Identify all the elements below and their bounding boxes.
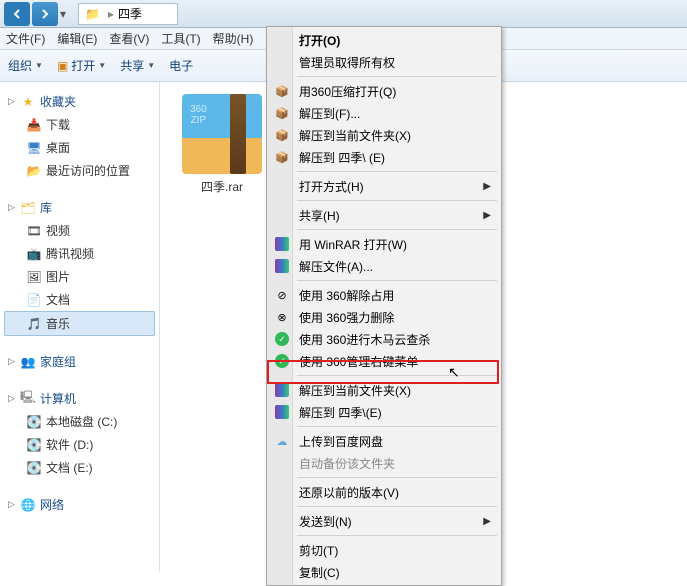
computer-icon: 🖳: [20, 391, 36, 407]
folder-icon: 📁: [85, 7, 100, 21]
menu-360-force[interactable]: ⊗使用 360强力删除: [269, 306, 499, 328]
sidebar-music[interactable]: 🎵音乐: [4, 311, 155, 336]
sidebar-favorites[interactable]: ▷★收藏夹: [4, 90, 155, 113]
menu-copy[interactable]: 复制(C): [269, 561, 499, 583]
archive-icon: [182, 94, 262, 174]
winrar-icon: [273, 235, 291, 253]
menu-extract-folder-2[interactable]: 解压到 四季\(E): [269, 401, 499, 423]
zip-icon: 📦: [273, 126, 291, 144]
sidebar-videos[interactable]: 🎞视频: [4, 219, 155, 242]
menu-open[interactable]: 打开(O): [269, 29, 499, 51]
menu-help[interactable]: 帮助(H): [213, 30, 254, 47]
library-icon: 🗂: [20, 200, 36, 216]
desktop-icon: 🖥: [26, 140, 42, 156]
submenu-arrow-icon: ▶: [483, 181, 491, 192]
winrar-icon: [273, 381, 291, 399]
nav-forward-button[interactable]: [32, 2, 58, 26]
arrow-left-icon: [11, 8, 23, 20]
file-item[interactable]: 四季.rar: [172, 94, 272, 195]
menu-edit[interactable]: 编辑(E): [57, 30, 97, 47]
menu-360-menu[interactable]: ✓使用 360管理右键菜单: [269, 350, 499, 372]
sidebar-libraries[interactable]: ▷🗂库: [4, 196, 155, 219]
disk-icon: 💽: [26, 437, 42, 453]
download-icon: 📥: [26, 117, 42, 133]
sidebar-desktop[interactable]: 🖥桌面: [4, 136, 155, 159]
sidebar-pictures[interactable]: 🖼图片: [4, 265, 155, 288]
video-icon: 🎞: [26, 223, 42, 239]
nav-back-button[interactable]: [4, 2, 30, 26]
disk-icon: 💽: [26, 460, 42, 476]
recent-icon: 📂: [26, 163, 42, 179]
sidebar-documents[interactable]: 📄文档: [4, 288, 155, 311]
menu-open-winrar[interactable]: 用 WinRAR 打开(W): [269, 233, 499, 255]
zip-icon: 📦: [273, 148, 291, 166]
menu-tools[interactable]: 工具(T): [161, 30, 200, 47]
toolbar-email[interactable]: 电子: [169, 57, 193, 74]
menu-360-unlock[interactable]: ⊘使用 360解除占用: [269, 284, 499, 306]
toolbar-share[interactable]: 共享▼: [120, 57, 155, 74]
sidebar-tencent[interactable]: 📺腾讯视频: [4, 242, 155, 265]
arrow-right-icon: [39, 8, 51, 20]
menu-open-with[interactable]: 打开方式(H)▶: [269, 175, 499, 197]
sidebar-computer[interactable]: ▷🖳计算机: [4, 387, 155, 410]
360-icon: ⊘: [273, 286, 291, 304]
context-menu: 打开(O) 管理员取得所有权 📦用360压缩打开(Q) 📦解压到(F)... 📦…: [266, 26, 502, 586]
sidebar: ▷★收藏夹 📥下载 🖥桌面 📂最近访问的位置 ▷🗂库 🎞视频 📺腾讯视频 🖼图片…: [0, 82, 160, 572]
open-icon: ▣: [57, 59, 68, 73]
sidebar-homegroup[interactable]: ▷👥家庭组: [4, 350, 155, 373]
menu-extract-to[interactable]: 📦解压到(F)...: [269, 102, 499, 124]
menu-share[interactable]: 共享(H)▶: [269, 204, 499, 226]
titlebar: ▾ 📁 ▸ 四季: [0, 0, 687, 28]
winrar-icon: [273, 403, 291, 421]
sidebar-downloads[interactable]: 📥下载: [4, 113, 155, 136]
breadcrumb-folder: 四季: [118, 5, 142, 22]
disk-icon: 💽: [26, 414, 42, 430]
winrar-icon: [273, 257, 291, 275]
star-icon: ★: [20, 94, 36, 110]
menu-file[interactable]: 文件(F): [6, 30, 45, 47]
menu-send-to[interactable]: 发送到(N)▶: [269, 510, 499, 532]
homegroup-icon: 👥: [20, 354, 36, 370]
sidebar-disk-c[interactable]: 💽本地磁盘 (C:): [4, 410, 155, 433]
breadcrumb-separator: ▸: [108, 7, 114, 21]
menu-auto-backup: 自动备份该文件夹: [269, 452, 499, 474]
sidebar-disk-d[interactable]: 💽软件 (D:): [4, 433, 155, 456]
zip-icon: 📦: [273, 82, 291, 100]
sidebar-recent[interactable]: 📂最近访问的位置: [4, 159, 155, 182]
menu-extract-here-2[interactable]: 解压到当前文件夹(X): [269, 379, 499, 401]
360-icon: ✓: [273, 352, 291, 370]
cloud-icon: ☁: [273, 432, 291, 450]
menu-open-360[interactable]: 📦用360压缩打开(Q): [269, 80, 499, 102]
toolbar-organize[interactable]: 组织▼: [8, 57, 43, 74]
menu-extract-folder[interactable]: 📦解压到 四季\ (E): [269, 146, 499, 168]
menu-360-trojan[interactable]: ✓使用 360进行木马云查杀: [269, 328, 499, 350]
menu-cut[interactable]: 剪切(T): [269, 539, 499, 561]
tencent-icon: 📺: [26, 246, 42, 262]
menu-extract-files[interactable]: 解压文件(A)...: [269, 255, 499, 277]
360-icon: ✓: [273, 330, 291, 348]
network-icon: 🌐: [20, 497, 36, 513]
menu-upload-baidu[interactable]: ☁上传到百度网盘: [269, 430, 499, 452]
sidebar-disk-e[interactable]: 💽文档 (E:): [4, 456, 155, 479]
picture-icon: 🖼: [26, 269, 42, 285]
menu-extract-here[interactable]: 📦解压到当前文件夹(X): [269, 124, 499, 146]
file-label: 四季.rar: [172, 178, 272, 195]
breadcrumb[interactable]: 📁 ▸ 四季: [78, 3, 178, 25]
submenu-arrow-icon: ▶: [483, 516, 491, 527]
360-icon: ⊗: [273, 308, 291, 326]
nav-history-dropdown[interactable]: ▾: [60, 7, 74, 21]
menu-restore[interactable]: 还原以前的版本(V): [269, 481, 499, 503]
zip-icon: 📦: [273, 104, 291, 122]
document-icon: 📄: [26, 292, 42, 308]
sidebar-network[interactable]: ▷🌐网络: [4, 493, 155, 516]
menu-admin[interactable]: 管理员取得所有权: [269, 51, 499, 73]
music-icon: 🎵: [26, 316, 42, 332]
submenu-arrow-icon: ▶: [483, 210, 491, 221]
toolbar-open[interactable]: ▣打开▼: [57, 57, 106, 74]
menu-view[interactable]: 查看(V): [109, 30, 149, 47]
